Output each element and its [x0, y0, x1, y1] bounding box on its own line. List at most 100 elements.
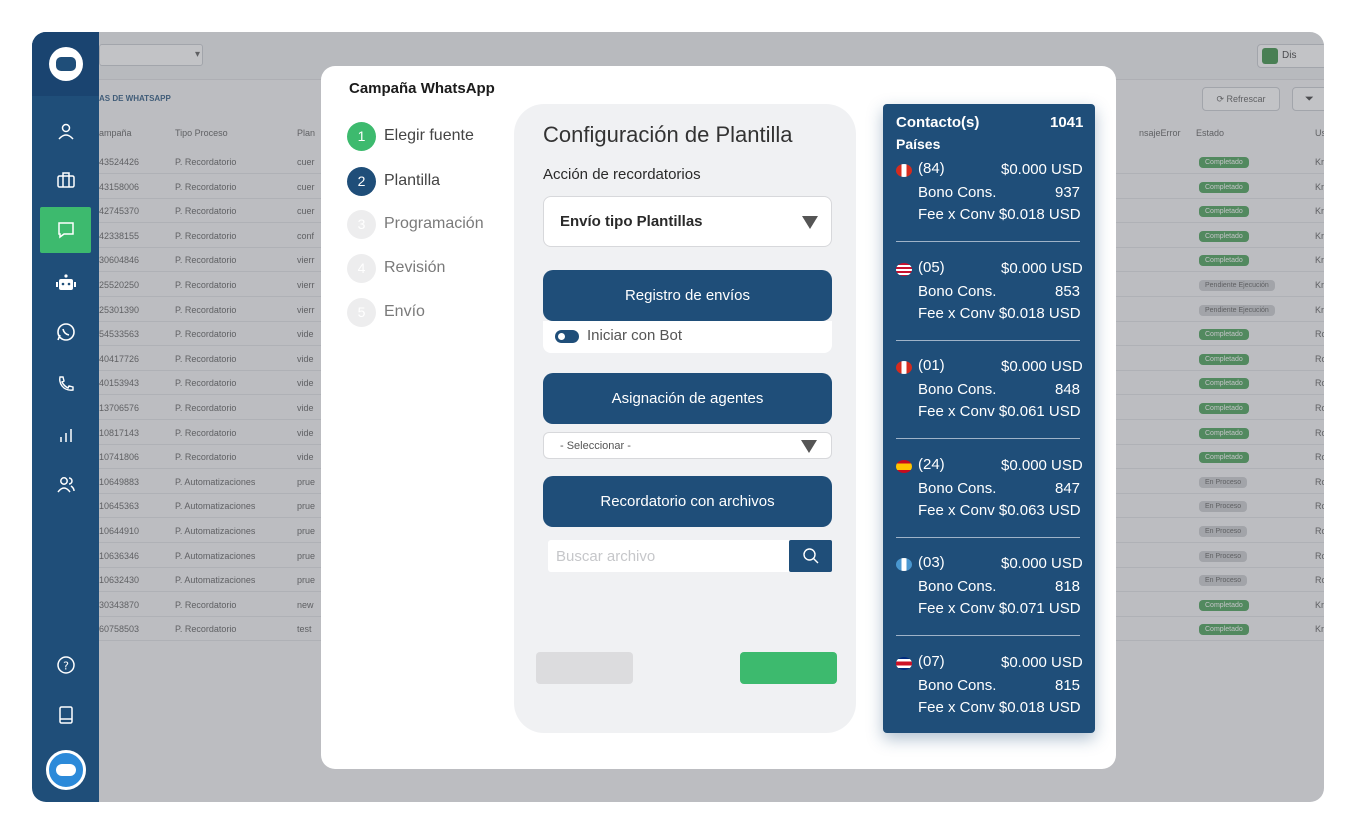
users-icon[interactable]: [40, 462, 91, 508]
guatemala-flag-icon: [896, 558, 912, 571]
user-icon[interactable]: [40, 109, 91, 155]
file-search-input[interactable]: [548, 540, 788, 572]
costa-rica-flag-icon: [896, 656, 912, 670]
fee-value: $0.071 USD: [998, 600, 1081, 617]
step-programacion[interactable]: 3 Programación: [347, 209, 484, 239]
help-icon[interactable]: ?: [40, 642, 91, 688]
bono-label: Bono Cons.: [918, 184, 997, 201]
phone-icon[interactable]: [40, 361, 91, 407]
step-envio[interactable]: 5 Envío: [347, 297, 425, 327]
step-label: Revisión: [384, 259, 446, 276]
country-count: (84): [918, 160, 945, 177]
contacts-panel: Contacto(s) 1041 Países (84) $0.000 USD Bo…: [883, 104, 1095, 733]
fee-value: $0.018 USD: [998, 304, 1081, 322]
country-block: (03) $0.000 USD Bono Cons. 818 Fee x Conv $0…: [883, 554, 1095, 634]
bono-value: 847: [1055, 479, 1081, 497]
contacts-title: Contacto(s): [896, 114, 980, 131]
modal-title: Campaña WhatsApp: [349, 80, 495, 97]
whatsapp-icon[interactable]: [40, 309, 91, 355]
bono-value: 937: [1055, 184, 1081, 201]
chat-icon[interactable]: [40, 207, 91, 253]
briefcase-icon[interactable]: [40, 157, 91, 203]
panel-title: Configuración de Plantilla: [543, 122, 793, 147]
search-button[interactable]: [789, 540, 832, 572]
bono-label: Bono Cons.: [918, 676, 997, 694]
recordatorio-archivos-button[interactable]: Recordatorio con archivos: [543, 476, 832, 527]
dropdown-arrow-icon: [802, 216, 818, 229]
bono-label: Bono Cons.: [918, 282, 997, 300]
agentes-select-value: - Seleccionar -: [560, 440, 631, 452]
bono-value: 815: [1055, 676, 1081, 694]
bono-label: Bono Cons.: [918, 479, 997, 497]
sidebar: ?: [32, 32, 99, 802]
action-select[interactable]: Envío tipo Plantillas: [543, 196, 832, 247]
fee-label: Fee x Conv: [918, 403, 995, 420]
country-usd: $0.000 USD: [1001, 259, 1083, 277]
fee-line: Fee x Conv $0.063 USD: [918, 502, 1081, 519]
fee-label: Fee x Conv: [918, 304, 995, 322]
country-count: (07): [918, 652, 945, 670]
bono-label: Bono Cons.: [918, 381, 997, 398]
spain-flag-icon: [896, 459, 912, 473]
fee-line: Fee x Conv $0.071 USD: [918, 600, 1081, 617]
fee-value: $0.018 USD: [998, 698, 1081, 716]
fee-value: $0.063 USD: [998, 501, 1081, 519]
next-button[interactable]: [740, 652, 837, 684]
robot-icon[interactable]: [40, 260, 91, 306]
usa-flag-icon: [896, 262, 912, 276]
fee-value: $0.018 USD: [998, 206, 1081, 223]
bot-avatar-icon[interactable]: [46, 750, 86, 790]
back-button[interactable]: [536, 652, 633, 684]
registro-envios-button[interactable]: Registro de envíos: [543, 270, 832, 321]
agentes-select[interactable]: - Seleccionar -: [543, 432, 832, 459]
step-number: 5: [347, 297, 376, 327]
country-block: (24) $0.000 USD Bono Cons. 847 Fee x Conv $0…: [883, 456, 1095, 536]
step-label: Envío: [384, 303, 425, 320]
step-label: Programación: [384, 215, 484, 232]
logo[interactable]: [32, 32, 99, 96]
country-block: (84) $0.000 USD Bono Cons. 937 Fee x Conv $0…: [883, 160, 1095, 240]
divider: [896, 241, 1080, 242]
step-label: Plantilla: [384, 172, 441, 189]
country-usd: $0.000 USD: [1001, 358, 1083, 375]
action-label: Acción de recordatorios: [543, 166, 701, 183]
peru-flag-icon: [896, 361, 912, 374]
template-config-panel: Configuración de Plantilla Acción de rec…: [514, 104, 856, 733]
book-icon[interactable]: [40, 692, 91, 738]
country-usd: $0.000 USD: [1001, 456, 1083, 474]
country-block: (01) $0.000 USD Bono Cons. 848 Fee x Conv $0…: [883, 357, 1095, 437]
logo-icon: [48, 47, 83, 81]
dropdown-arrow-icon: [801, 440, 817, 453]
divider: [896, 536, 1080, 538]
step-elegir-fuente[interactable]: 1 Elegir fuente: [347, 121, 474, 151]
fee-label: Fee x Conv: [918, 501, 995, 519]
fee-line: Fee x Conv $0.018 USD: [918, 699, 1081, 716]
asignacion-agentes-button[interactable]: Asignación de agentes: [543, 373, 832, 424]
fee-line: Fee x Conv $0.018 USD: [918, 206, 1081, 223]
step-number: 4: [347, 253, 376, 283]
country-block: (05) $0.000 USD Bono Cons. 853 Fee x Conv $0…: [883, 259, 1095, 339]
fee-label: Fee x Conv: [918, 206, 995, 223]
country-count: (03): [918, 554, 945, 571]
divider: [896, 339, 1080, 341]
divider: [896, 438, 1080, 439]
step-revision[interactable]: 4 Revisión: [347, 253, 445, 283]
contacts-total: 1041: [1050, 114, 1084, 131]
country-usd: $0.000 USD: [1001, 161, 1083, 178]
bono-value: 853: [1055, 282, 1081, 300]
fee-label: Fee x Conv: [918, 698, 995, 716]
country-block: (07) $0.000 USD Bono Cons. 815 Fee x Conv $0…: [883, 653, 1095, 733]
step-plantilla[interactable]: 2 Plantilla: [347, 166, 440, 196]
country-usd: $0.000 USD: [1001, 555, 1083, 572]
fee-line: Fee x Conv $0.018 USD: [918, 305, 1081, 322]
fee-label: Fee x Conv: [918, 600, 995, 617]
search-icon: [802, 548, 818, 564]
step-number: 1: [347, 121, 376, 151]
bono-value: 818: [1055, 578, 1081, 595]
paises-label: Países: [896, 136, 941, 152]
bono-value: 848: [1055, 381, 1081, 398]
bar-chart-icon[interactable]: [40, 412, 91, 458]
step-label: Elegir fuente: [384, 127, 474, 144]
bot-toggle[interactable]: [555, 330, 579, 343]
bono-label: Bono Cons.: [918, 578, 997, 595]
